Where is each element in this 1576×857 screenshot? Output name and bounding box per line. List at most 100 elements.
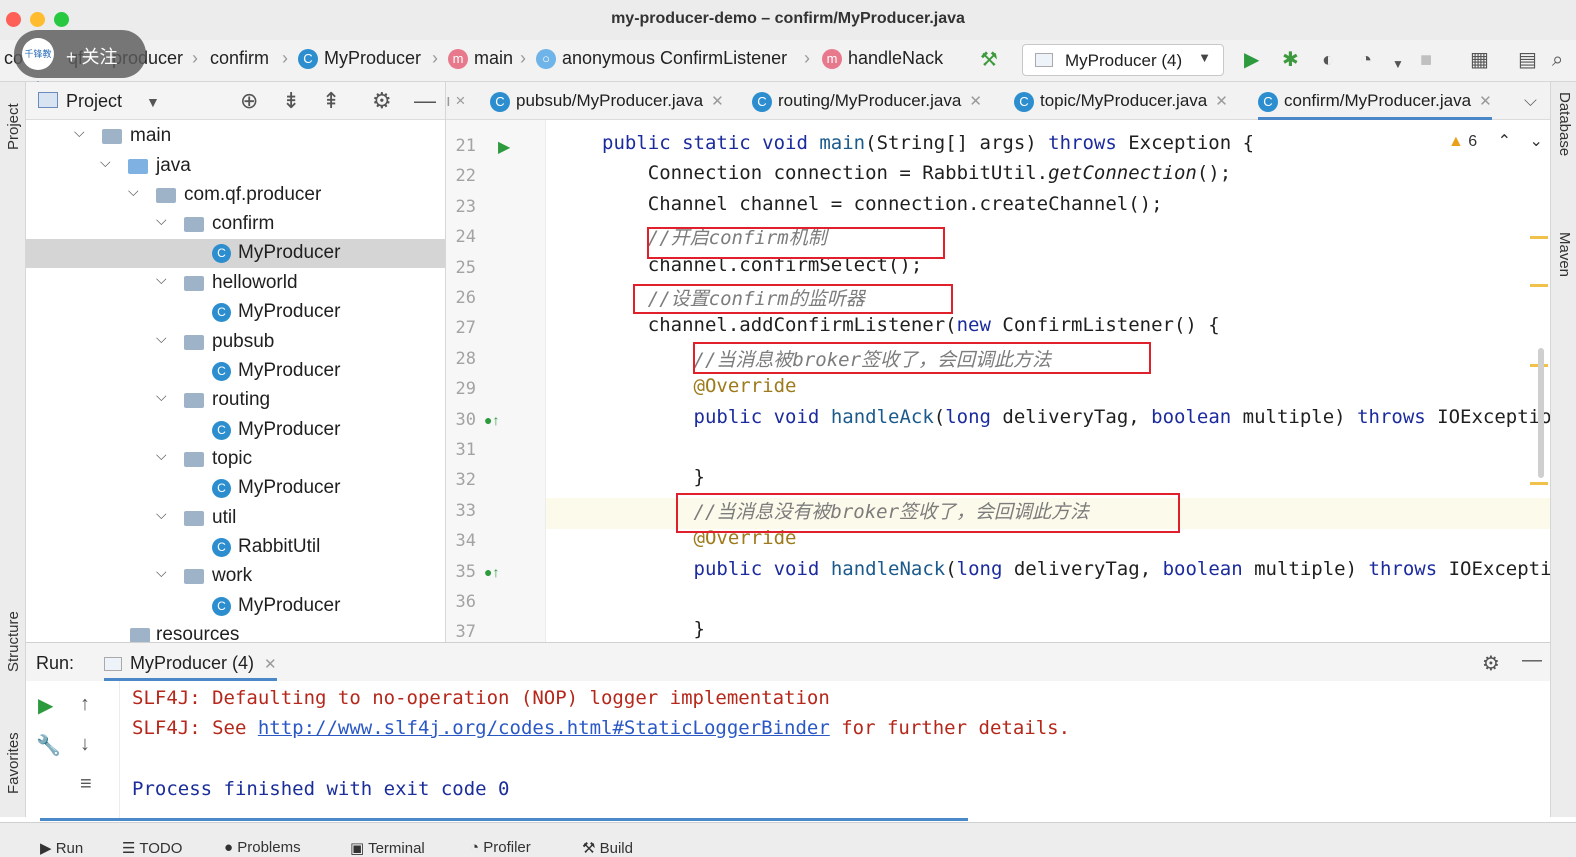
tree-item-main[interactable]: ⌵ main bbox=[26, 122, 445, 151]
close-icon[interactable]: ✕ bbox=[1215, 93, 1228, 110]
structure-tool-tab[interactable]: Structure bbox=[5, 611, 22, 672]
debug-bug-icon[interactable]: ✱ bbox=[1282, 48, 1299, 72]
maven-tool-tab[interactable]: Maven bbox=[1556, 232, 1573, 277]
tree-item-java[interactable]: ⌵ java bbox=[26, 152, 445, 181]
run-configuration-select[interactable]: MyProducer (4) ▼ bbox=[1022, 44, 1224, 76]
favorites-tool-tab[interactable]: Favorites bbox=[5, 732, 22, 794]
run-tab-myproducer[interactable]: MyProducer (4) ✕ bbox=[104, 643, 277, 681]
slf4j-link[interactable]: http://www.slf4j.org/codes.html#StaticLo… bbox=[258, 717, 830, 739]
tree-item-helloworld-myproducer[interactable]: C MyProducer bbox=[26, 298, 445, 327]
rerun-icon[interactable]: ▶ bbox=[38, 693, 53, 718]
tree-item-work[interactable]: ⌵ work bbox=[26, 562, 445, 591]
code-line[interactable]: } bbox=[602, 618, 705, 642]
run-icon[interactable]: ▶ bbox=[1244, 48, 1259, 72]
next-highlight-icon[interactable]: ⌄ bbox=[1530, 133, 1543, 150]
video-progress-bar[interactable] bbox=[40, 818, 968, 821]
breadcrumb-main[interactable]: m main bbox=[448, 48, 513, 70]
tab-topic-myproducer[interactable]: Ctopic/MyProducer.java ✕ bbox=[1014, 82, 1228, 120]
database-tool-tab[interactable]: Database bbox=[1556, 92, 1573, 156]
hide-panel-icon[interactable]: — bbox=[414, 88, 436, 114]
tree-item-topic-myproducer[interactable]: C MyProducer bbox=[26, 474, 445, 503]
close-icon[interactable]: ✕ bbox=[711, 93, 724, 110]
code-line[interactable]: channel.addConfirmListener(new ConfirmLi… bbox=[602, 314, 1220, 344]
scroll-up-icon[interactable]: ↑ bbox=[80, 693, 90, 716]
code-line[interactable]: public static void main(String[] args) t… bbox=[602, 132, 1254, 162]
search-icon[interactable]: ⌕ bbox=[1552, 48, 1563, 72]
run-main-gutter-icon[interactable]: ▶ bbox=[498, 137, 510, 157]
collapse-all-icon[interactable]: ⇞ bbox=[322, 88, 340, 114]
bottom-tab-profiler[interactable]: ◔ Profiler bbox=[470, 839, 531, 856]
bottom-tab-run[interactable]: ▶ Run bbox=[40, 839, 83, 857]
breadcrumb-myproducer[interactable]: C MyProducer bbox=[298, 48, 421, 70]
tree-item-work-myproducer[interactable]: C MyProducer bbox=[26, 592, 445, 621]
inspection-warnings[interactable]: ▲ 6 ⌃ ⌄ bbox=[1448, 131, 1543, 151]
breadcrumb-anonymous-listener[interactable]: ○ anonymous ConfirmListener bbox=[536, 48, 787, 70]
code-line[interactable]: Channel channel = connection.createChann… bbox=[602, 193, 1163, 223]
editor-scrollbar[interactable] bbox=[1538, 348, 1544, 478]
tree-item-resources[interactable]: resources bbox=[26, 621, 445, 642]
tab-scroll-left[interactable]: ı × bbox=[446, 82, 465, 120]
more-run-options-icon[interactable]: ▼ bbox=[1392, 52, 1404, 76]
follow-overlay-button[interactable]: 千锋教育 + 关注 bbox=[14, 30, 146, 91]
scroll-down-icon[interactable]: ↓ bbox=[80, 733, 90, 756]
tree-item-pubsub[interactable]: ⌵ pubsub bbox=[26, 328, 445, 357]
project-panel-title[interactable]: Project bbox=[66, 91, 122, 112]
soft-wrap-icon[interactable]: ≡ bbox=[80, 773, 92, 796]
bottom-tab-problems[interactable]: ● Problems bbox=[224, 839, 301, 856]
tab-pubsub-myproducer[interactable]: Cpubsub/MyProducer.java ✕ bbox=[490, 82, 724, 120]
tree-item-com-qf-producer[interactable]: ⌵ com.qf.producer bbox=[26, 181, 445, 210]
chevron-down-icon[interactable]: ⌵ bbox=[100, 154, 111, 171]
tree-item-routing-myproducer[interactable]: C MyProducer bbox=[26, 416, 445, 445]
code-line[interactable]: public void handleAck(long deliveryTag, … bbox=[602, 406, 1550, 436]
build-hammer-icon[interactable]: ⚒ bbox=[980, 48, 998, 72]
hide-panel-icon[interactable]: — bbox=[1522, 649, 1542, 672]
locate-file-icon[interactable]: ⊕ bbox=[240, 88, 258, 114]
tree-item-topic[interactable]: ⌵ topic bbox=[26, 445, 445, 474]
tree-item-pubsub-myproducer[interactable]: C MyProducer bbox=[26, 357, 445, 386]
project-structure-icon[interactable]: ▦ bbox=[1470, 48, 1489, 72]
implements-method-icon[interactable]: ●↑ bbox=[484, 564, 499, 580]
tab-routing-myproducer[interactable]: Crouting/MyProducer.java ✕ bbox=[752, 82, 982, 120]
chevron-down-icon[interactable]: ⌵ bbox=[128, 183, 139, 200]
gear-icon[interactable]: ⚙ bbox=[372, 88, 392, 114]
bottom-tab-terminal[interactable]: ▣ Terminal bbox=[350, 839, 425, 857]
code-line[interactable]: } bbox=[602, 466, 705, 496]
tab-confirm-myproducer[interactable]: Cconfirm/MyProducer.java ✕ bbox=[1258, 82, 1492, 120]
coverage-icon[interactable]: ◐ bbox=[1322, 48, 1334, 72]
close-icon[interactable]: ✕ bbox=[1479, 93, 1492, 110]
chevron-down-icon[interactable]: ⌵ bbox=[74, 124, 85, 141]
tree-item-confirm[interactable]: ⌵ confirm bbox=[26, 210, 445, 239]
tree-item-helloworld[interactable]: ⌵ helloworld bbox=[26, 269, 445, 298]
expand-all-icon[interactable]: ⇟ bbox=[282, 88, 300, 114]
tree-item-util[interactable]: ⌵ util bbox=[26, 504, 445, 533]
layout-icon[interactable]: ▤ bbox=[1518, 48, 1537, 72]
code-line[interactable]: @Override bbox=[602, 375, 797, 405]
bottom-tab-build[interactable]: ⚒ Build bbox=[582, 839, 633, 857]
code-editor[interactable]: 21 22 23 24 25 26 27 28 29 30 31 32 33 34 35 36 37 publi… bbox=[446, 120, 1550, 642]
chevron-down-icon[interactable]: ⌵ bbox=[156, 564, 167, 581]
stop-icon[interactable]: ■ bbox=[1420, 48, 1432, 72]
project-tool-tab[interactable]: Project bbox=[5, 103, 22, 150]
wrench-icon[interactable]: 🔧 bbox=[36, 733, 61, 758]
implements-method-icon[interactable]: ●↑ bbox=[484, 412, 499, 428]
chevron-down-icon[interactable]: ⌵ bbox=[156, 506, 167, 523]
chevron-down-icon[interactable]: ⌵ bbox=[156, 330, 167, 347]
chevron-down-icon[interactable]: ⌵ bbox=[156, 212, 167, 229]
code-line[interactable]: Connection connection = RabbitUtil.getCo… bbox=[602, 162, 1231, 192]
chevron-down-icon[interactable]: ▼ bbox=[146, 94, 160, 110]
tree-item-confirm-myproducer[interactable]: C MyProducer bbox=[26, 239, 445, 268]
previous-highlight-icon[interactable]: ⌃ bbox=[1498, 133, 1511, 150]
tab-list-chevron-icon[interactable]: ⌵ bbox=[1524, 82, 1537, 120]
gear-icon[interactable]: ⚙ bbox=[1482, 651, 1500, 676]
close-icon[interactable]: ✕ bbox=[969, 93, 982, 110]
tree-item-rabbitutil[interactable]: C RabbitUtil bbox=[26, 533, 445, 562]
chevron-down-icon[interactable]: ⌵ bbox=[156, 271, 167, 288]
bottom-tab-todo[interactable]: ☰ TODO bbox=[122, 839, 182, 857]
close-icon[interactable]: ✕ bbox=[264, 656, 277, 673]
profile-icon[interactable]: ◔ bbox=[1360, 48, 1372, 72]
breadcrumb-confirm[interactable]: confirm bbox=[210, 48, 269, 69]
chevron-down-icon[interactable]: ⌵ bbox=[156, 388, 167, 405]
breadcrumb-handlenack[interactable]: m handleNack bbox=[822, 48, 943, 70]
chevron-down-icon[interactable]: ⌵ bbox=[156, 447, 167, 464]
code-line[interactable]: public void handleNack(long deliveryTag,… bbox=[602, 558, 1550, 588]
